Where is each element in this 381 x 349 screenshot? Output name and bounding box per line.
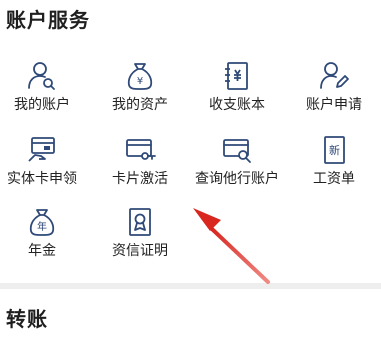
grid-item-label: 我的资产 <box>112 97 168 113</box>
grid-item-my-assets[interactable]: ¥ 我的资产 <box>95 60 185 128</box>
grid-item-label: 资信证明 <box>112 243 168 259</box>
user-edit-icon <box>318 60 350 92</box>
grid-item-label: 收支账本 <box>209 97 265 113</box>
grid-item-ledger[interactable]: 收支账本 <box>192 60 282 128</box>
grid-item-physical-card[interactable]: 实体卡申领 <box>0 134 87 202</box>
card-hand-icon <box>26 134 58 166</box>
grid-item-account-apply[interactable]: 账户申请 <box>289 60 379 128</box>
grid-item-my-account[interactable]: 我的账户 <box>0 60 87 128</box>
grid-item-label: 年金 <box>28 243 56 259</box>
section-title-account-services: 账户服务 <box>6 8 90 32</box>
ledger-book-icon <box>221 60 253 92</box>
svg-text:新: 新 <box>329 143 340 157</box>
certificate-icon <box>124 206 156 238</box>
grid-item-label: 账户申请 <box>306 97 362 113</box>
money-bag-icon: ¥ <box>124 60 156 92</box>
section-divider <box>0 283 381 289</box>
grid-item-label: 实体卡申领 <box>7 171 77 187</box>
card-key-icon <box>124 134 156 166</box>
grid-item-other-bank-account[interactable]: 查询他行账户 <box>192 134 282 202</box>
grid-item-label: 工资单 <box>313 171 355 187</box>
section-title-transfer: 转账 <box>6 307 48 331</box>
grid-item-card-activation[interactable]: 卡片激活 <box>95 134 185 202</box>
grid-item-label: 查询他行账户 <box>195 171 279 187</box>
grid-item-credit-certificate[interactable]: 资信证明 <box>95 206 185 274</box>
svg-text:¥: ¥ <box>137 76 143 87</box>
grid-item-label: 我的账户 <box>14 97 70 113</box>
grid-item-label: 卡片激活 <box>112 171 168 187</box>
user-search-icon <box>26 60 58 92</box>
annuity-bag-icon: 年 <box>26 206 58 238</box>
payslip-icon: 新 <box>318 134 350 166</box>
grid-item-payslip[interactable]: 新 工资单 <box>289 134 379 202</box>
svg-text:年: 年 <box>37 220 47 233</box>
grid-item-annuity[interactable]: 年 年金 <box>0 206 87 274</box>
card-search-icon <box>221 134 253 166</box>
